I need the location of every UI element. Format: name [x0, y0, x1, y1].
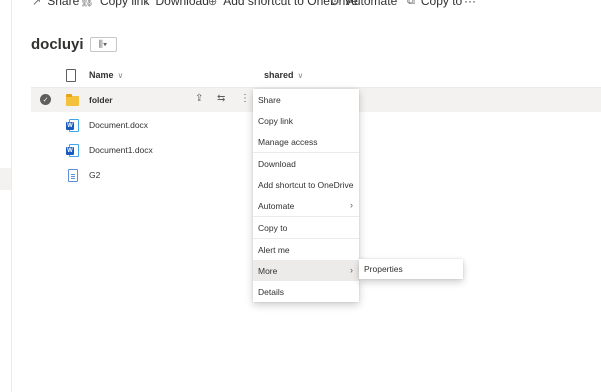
chevron-down-icon: ∨ — [117, 70, 124, 80]
name-column-header[interactable]: Name ∨ — [89, 70, 123, 80]
command-copy-link-button[interactable]: ⛓ Copy link — [80, 0, 149, 8]
menu-item-more[interactable]: More › — [253, 260, 359, 281]
file-name[interactable]: G2 — [89, 170, 100, 180]
download-icon: ↓ — [144, 0, 150, 7]
command-bar: ↗ Share ⛓ Copy link ↓ Download ⊕ Add shortcu… — [12, 0, 601, 8]
command-more-button[interactable]: ··· — [464, 0, 476, 8]
menu-item-share[interactable]: Share — [253, 89, 359, 110]
menu-item-automate[interactable]: Automate › — [253, 195, 359, 216]
library-title-area: docluyi ⫼▾ — [31, 36, 117, 53]
left-rail-selected-item[interactable] — [0, 168, 11, 190]
folder-icon — [66, 94, 79, 106]
command-copy-to-button[interactable]: ⧉ Copy to — [407, 0, 462, 8]
menu-item-download[interactable]: Download — [253, 153, 359, 174]
share-icon[interactable]: ⇪ — [195, 93, 203, 104]
library-view-button[interactable]: ⫼▾ — [89, 37, 117, 52]
left-navigation-rail — [0, 0, 12, 392]
library-view-icon: ⫼▾ — [98, 39, 108, 49]
more-vertical-icon[interactable]: ⋮ — [240, 93, 250, 104]
context-menu: Share Copy link Manage access Download A… — [253, 89, 359, 302]
automate-icon: ⚙ — [330, 0, 340, 8]
library-title: docluyi — [31, 36, 84, 53]
menu-item-alert-me[interactable]: Alert me — [253, 239, 359, 260]
submenu-item-properties[interactable]: Properties — [359, 259, 463, 279]
menu-item-details[interactable]: Details — [253, 281, 359, 302]
word-file-icon: W — [66, 119, 79, 132]
file-name[interactable]: Document.docx — [89, 120, 148, 130]
link-icon: ⛓ — [80, 0, 94, 8]
shared-column-header[interactable]: shared ∨ — [264, 70, 303, 80]
menu-item-copy-link[interactable]: Copy link — [253, 110, 359, 131]
file-type-header-icon[interactable] — [66, 69, 76, 82]
file-name[interactable]: Document1.docx — [89, 145, 153, 155]
command-automate-button[interactable]: ⚙ Automate — [330, 0, 397, 8]
list-header: Name ∨ shared ∨ — [31, 64, 601, 88]
shortcut-icon: ⊕ — [208, 0, 218, 8]
checkmark-icon[interactable]: ✓ — [40, 94, 51, 105]
menu-item-manage-access[interactable]: Manage access — [253, 131, 359, 152]
copy-icon: ⧉ — [407, 0, 415, 7]
menu-item-add-shortcut[interactable]: Add shortcut to OneDrive — [253, 174, 359, 195]
more-submenu: Properties — [359, 259, 463, 279]
move-icon[interactable]: ⇆ — [217, 93, 225, 104]
file-name[interactable]: folder — [89, 95, 113, 105]
chevron-right-icon: › — [350, 200, 353, 210]
command-download-button[interactable]: ↓ Download — [144, 0, 209, 8]
share-icon: ↗ — [32, 0, 42, 8]
command-share-button[interactable]: ↗ Share — [32, 0, 79, 8]
menu-item-copy-to[interactable]: Copy to — [253, 217, 359, 238]
chevron-right-icon: › — [350, 265, 353, 275]
word-file-icon: W — [66, 144, 79, 157]
page-file-icon — [66, 169, 78, 182]
chevron-down-icon: ∨ — [297, 70, 304, 80]
